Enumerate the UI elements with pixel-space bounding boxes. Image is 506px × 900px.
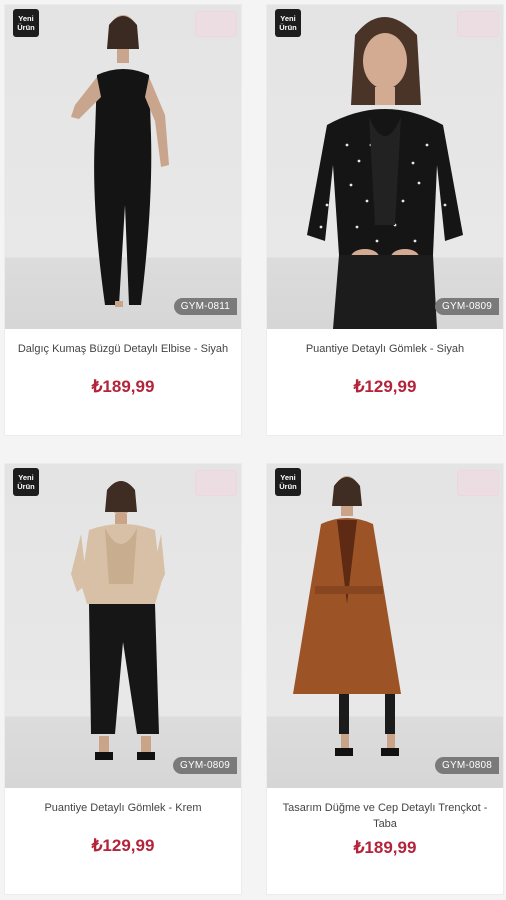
product-price: ₺129,99: [353, 377, 417, 396]
product-name[interactable]: Puantiye Detaylı Gömlek - Krem: [11, 800, 235, 816]
new-product-badge: Yeni Ürün: [275, 9, 301, 37]
new-badge-line1: Yeni: [280, 14, 296, 23]
faded-label-badge: [457, 470, 499, 496]
product-price: ₺129,99: [91, 836, 155, 855]
product-image[interactable]: Yeni Ürün GYM-0811: [5, 5, 241, 329]
new-product-badge: Yeni Ürün: [13, 468, 39, 496]
new-badge-line1: Yeni: [18, 473, 34, 482]
new-badge-line2: Ürün: [17, 482, 35, 491]
product-code-tag: GYM-0808: [435, 757, 499, 774]
product-image[interactable]: Yeni Ürün GYM-0809: [267, 5, 503, 329]
product-image[interactable]: Yeni Ürün GYM-0808: [267, 464, 503, 788]
product-grid: Yeni Ürün GYM-0811 Dalgıç Kumaş Büzgü De…: [0, 0, 506, 900]
product-card[interactable]: Yeni Ürün GYM-0809 Puantiye Detaylı Göml…: [4, 463, 242, 895]
faded-label-badge: [195, 470, 237, 496]
product-name[interactable]: Dalgıç Kumaş Büzgü Detaylı Elbise - Siya…: [11, 341, 235, 357]
new-badge-line2: Ürün: [17, 23, 35, 32]
product-name[interactable]: Puantiye Detaylı Gömlek - Siyah: [273, 341, 497, 357]
product-image[interactable]: Yeni Ürün GYM-0809: [5, 464, 241, 788]
new-badge-line2: Ürün: [279, 23, 297, 32]
new-product-badge: Yeni Ürün: [275, 468, 301, 496]
product-name[interactable]: Tasarım Düğme ve Cep Detaylı Trençkot - …: [273, 800, 497, 832]
new-product-badge: Yeni Ürün: [13, 9, 39, 37]
product-card[interactable]: Yeni Ürün GYM-0808 Tasarım Düğme ve Cep …: [266, 463, 504, 895]
product-card[interactable]: Yeni Ürün GYM-0811 Dalgıç Kumaş Büzgü De…: [4, 4, 242, 436]
product-card[interactable]: Yeni Ürün GYM-0809 Puantiye Detaylı Göml…: [266, 4, 504, 436]
product-code-tag: GYM-0811: [173, 298, 237, 315]
faded-label-badge: [457, 11, 499, 37]
product-price: ₺189,99: [353, 838, 417, 857]
product-code-tag: GYM-0809: [173, 757, 237, 774]
new-badge-line2: Ürün: [279, 482, 297, 491]
faded-label-badge: [195, 11, 237, 37]
product-code-tag: GYM-0809: [435, 298, 499, 315]
product-price: ₺189,99: [91, 377, 155, 396]
new-badge-line1: Yeni: [18, 14, 34, 23]
new-badge-line1: Yeni: [280, 473, 296, 482]
